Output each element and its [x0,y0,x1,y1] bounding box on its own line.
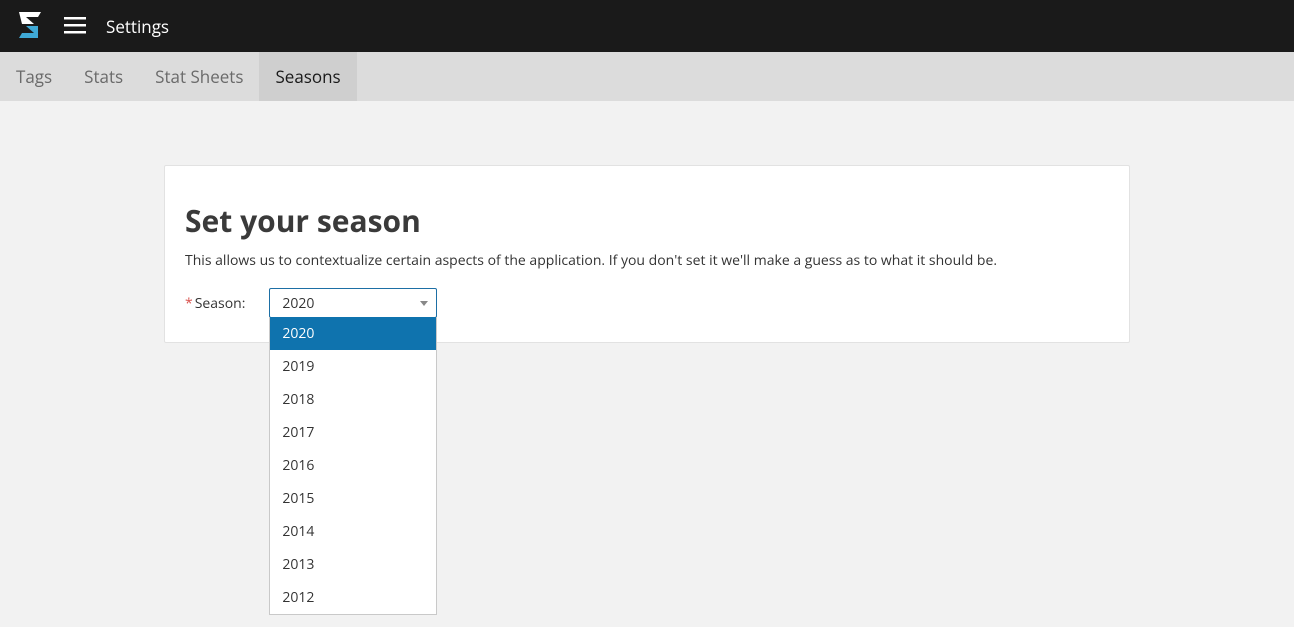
tab-bar: TagsStatsStat SheetsSeasons [0,52,1294,101]
season-dropdown: 202020192018201720162015201420132012 [269,317,437,615]
season-select-box[interactable]: 2020 [269,288,437,318]
menu-icon[interactable] [64,17,86,35]
season-card: Set your season This allows us to contex… [164,165,1130,343]
season-selected-value: 2020 [282,294,314,313]
season-option[interactable]: 2015 [270,482,436,515]
required-mark: * [185,294,193,313]
tab-tags[interactable]: Tags [0,52,68,101]
season-option[interactable]: 2014 [270,515,436,548]
season-option[interactable]: 2013 [270,548,436,581]
page-title: Settings [106,15,169,38]
tab-seasons[interactable]: Seasons [259,52,356,101]
app-logo-icon [16,10,44,42]
tab-stats[interactable]: Stats [68,52,139,101]
card-title: Set your season [185,200,1109,241]
tab-stat-sheets[interactable]: Stat Sheets [139,52,259,101]
season-form-row: *Season: 2020 20202019201820172016201520… [185,288,1109,318]
season-option[interactable]: 2019 [270,350,436,383]
season-option[interactable]: 2018 [270,383,436,416]
season-field-label: *Season: [185,294,245,313]
main-area: Set your season This allows us to contex… [0,101,1294,343]
season-option[interactable]: 2020 [270,317,436,350]
chevron-down-icon [420,301,428,306]
card-description: This allows us to contextualize certain … [185,251,1109,270]
app-bar: Settings [0,0,1294,52]
season-option[interactable]: 2016 [270,449,436,482]
season-option[interactable]: 2017 [270,416,436,449]
season-option[interactable]: 2012 [270,581,436,614]
season-select[interactable]: 2020 20202019201820172016201520142013201… [269,288,437,318]
